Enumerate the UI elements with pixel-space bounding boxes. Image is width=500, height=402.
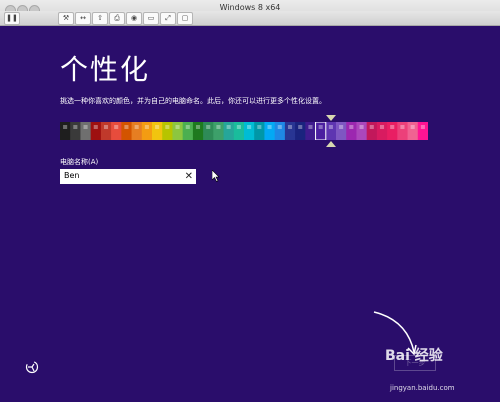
slider-thumb-top-icon[interactable] [326, 115, 336, 121]
pause-button[interactable]: ❚❚ [4, 12, 20, 25]
printer-button[interactable]: ⎙ [109, 12, 125, 25]
color-swatch[interactable] [60, 122, 71, 140]
usb-icon: ⇧ [97, 14, 103, 22]
resize-button[interactable]: ⤢ [160, 12, 176, 25]
color-swatch[interactable] [366, 122, 378, 140]
color-swatch[interactable] [131, 122, 143, 140]
printer-icon: ⎙ [114, 14, 120, 22]
color-swatch[interactable] [233, 122, 245, 140]
vm-toolbar: ❚❚ ⚒ ↔ ⇧ ⎙ ◉ ▭ ⤢ ▢ [0, 11, 500, 26]
color-swatch[interactable] [244, 122, 255, 140]
watermark-url: jingyan.baidu.com [390, 384, 455, 392]
fullscreen-icon: ▢ [181, 14, 189, 22]
wrench-icon: ⚒ [62, 14, 70, 22]
watermark-brand: Bai 经验 [385, 348, 443, 364]
color-swatch[interactable] [284, 122, 296, 140]
slider-thumb-bottom-icon[interactable] [326, 141, 336, 147]
color-swatch[interactable] [111, 122, 122, 140]
color-swatch[interactable] [346, 122, 357, 140]
page-title: 个性化 [60, 53, 151, 86]
resize-icon: ⤢ [165, 14, 171, 22]
fullscreen-button[interactable]: ▢ [177, 12, 193, 25]
settings-button[interactable]: ⚒ [58, 12, 74, 25]
color-swatch[interactable] [336, 122, 347, 140]
computer-name-label: 电脑名称(A) [60, 158, 99, 166]
color-swatch[interactable] [121, 122, 133, 140]
computer-name-value: Ben [64, 171, 80, 180]
color-swatch[interactable] [274, 122, 286, 140]
folder-icon: ▭ [147, 14, 155, 22]
pause-icon: ❚❚ [6, 14, 18, 22]
clear-icon[interactable]: ✕ [185, 169, 193, 184]
network-button[interactable]: ↔ [75, 12, 91, 25]
camera-icon: ◉ [130, 14, 138, 22]
color-swatch[interactable] [376, 122, 388, 140]
camera-button[interactable]: ◉ [126, 12, 142, 25]
color-swatch[interactable] [223, 122, 235, 140]
folder-button[interactable]: ▭ [143, 12, 159, 25]
mouse-cursor-icon [212, 170, 220, 182]
color-swatch[interactable] [305, 122, 317, 140]
color-slider[interactable] [60, 122, 428, 140]
color-swatch[interactable] [397, 122, 409, 140]
color-swatch[interactable] [315, 122, 327, 140]
color-swatch[interactable] [203, 122, 214, 140]
usb-button[interactable]: ⇧ [92, 12, 108, 25]
page-subtitle: 挑选一种你喜欢的颜色，并为自己的电脑命名。此后，你还可以进行更多个性化设置。 [60, 97, 326, 105]
ease-of-access-icon[interactable] [25, 360, 39, 374]
color-swatch[interactable] [182, 122, 194, 140]
color-swatch[interactable] [152, 122, 163, 140]
color-swatch[interactable] [264, 122, 276, 140]
color-swatch[interactable] [407, 122, 419, 140]
color-swatch[interactable] [70, 122, 81, 140]
color-swatch[interactable] [100, 122, 112, 140]
vm-window: Windows 8 x64 ❚❚ ⚒ ↔ ⇧ ⎙ ◉ ▭ ⤢ ▢ 个性化 挑选一… [0, 0, 500, 402]
color-swatch[interactable] [90, 122, 102, 140]
color-swatch[interactable] [213, 122, 225, 140]
color-swatch[interactable] [80, 122, 92, 140]
color-swatch[interactable] [356, 122, 368, 140]
color-swatch[interactable] [325, 122, 337, 140]
color-swatch[interactable] [295, 122, 306, 140]
color-swatch[interactable] [192, 122, 204, 140]
arrows-icon: ↔ [80, 14, 86, 22]
computer-name-input[interactable]: Ben ✕ [60, 169, 196, 184]
color-swatch[interactable] [387, 122, 398, 140]
color-swatch[interactable] [141, 122, 153, 140]
color-swatch[interactable] [172, 122, 184, 140]
color-swatch[interactable] [254, 122, 265, 140]
color-swatch[interactable] [417, 122, 428, 140]
color-swatch[interactable] [162, 122, 173, 140]
